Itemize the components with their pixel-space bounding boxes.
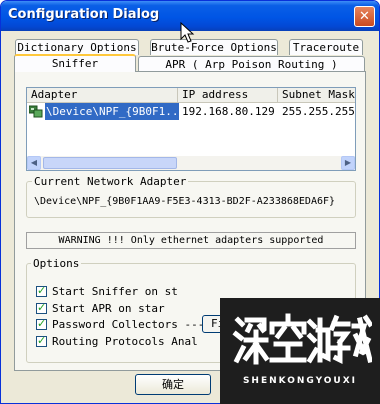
- adapter-mask-cell: 255.255.255.0: [282, 105, 355, 118]
- watermark-subtitle: SHENKONGYOUXI: [242, 376, 358, 386]
- warning-banner: WARNING !!! Only ethernet adapters suppo…: [26, 232, 356, 249]
- checkbox-routing-protocols[interactable]: [36, 334, 47, 347]
- current-adapter-value: \Device\NPF_{9B0F1AA9-F5E3-4313-BD2F-A23…: [34, 196, 336, 207]
- current-adapter-label: Current Network Adapter: [32, 175, 189, 188]
- adapter-name-cell: \Device\NPF_{9B0F1...: [45, 103, 179, 120]
- window-title: Configuration Dialog: [8, 7, 160, 22]
- column-header-subnet[interactable]: Subnet Mask: [278, 88, 355, 102]
- network-adapter-icon: [29, 103, 45, 120]
- tab-apr[interactable]: APR ( Arp Poison Routing ): [138, 56, 365, 72]
- options-label: Options: [31, 257, 82, 270]
- tab-traceroute[interactable]: Traceroute: [289, 39, 363, 55]
- tab-brute-force-options[interactable]: Brute-Force Options: [150, 39, 278, 55]
- column-header-adapter[interactable]: Adapter: [27, 88, 178, 102]
- watermark-glyphs-icon: [232, 313, 372, 365]
- ok-button[interactable]: 确定: [135, 374, 211, 395]
- option-start-sniffer[interactable]: Start Sniffer on st: [36, 284, 178, 299]
- scroll-left-icon[interactable]: ◀: [27, 156, 41, 170]
- adapter-list[interactable]: Adapter IP address Subnet Mask \Device\N…: [26, 87, 356, 171]
- option-start-apr[interactable]: Start APR on star: [36, 301, 165, 316]
- close-button[interactable]: ✕: [354, 6, 375, 27]
- option-routing-protocols[interactable]: Routing Protocols Anal: [36, 334, 198, 349]
- horizontal-scrollbar[interactable]: ◀ ▶: [27, 156, 355, 170]
- checkbox-password-collectors[interactable]: [36, 317, 47, 330]
- scroll-right-icon[interactable]: ▶: [341, 156, 355, 170]
- adapter-list-header: Adapter IP address Subnet Mask: [27, 88, 355, 103]
- checkbox-start-apr[interactable]: [36, 301, 47, 314]
- tab-dictionary-options[interactable]: Dictionary Options: [15, 39, 139, 55]
- option-password-collectors[interactable]: Password Collectors ----: [36, 317, 211, 332]
- column-header-ip[interactable]: IP address: [178, 88, 278, 102]
- adapter-row[interactable]: \Device\NPF_{9B0F1... 192.168.80.129 255…: [27, 103, 355, 120]
- watermark-logo: SHENKONGYOUXI: [220, 298, 380, 404]
- tab-sniffer[interactable]: Sniffer: [14, 54, 136, 72]
- mouse-cursor-icon: [180, 22, 195, 43]
- scrollbar-thumb[interactable]: [43, 157, 177, 169]
- checkbox-start-sniffer[interactable]: [36, 284, 47, 297]
- adapter-ip-cell: 192.168.80.129: [182, 105, 275, 118]
